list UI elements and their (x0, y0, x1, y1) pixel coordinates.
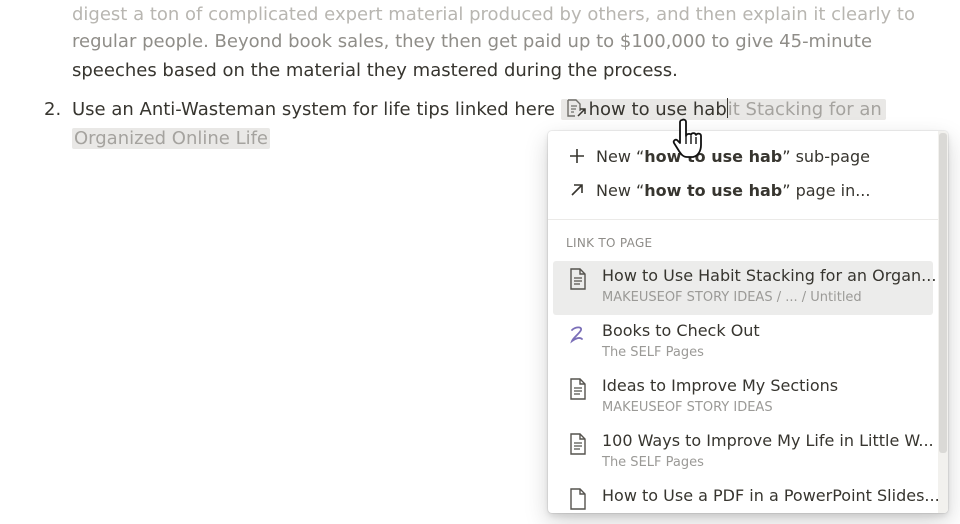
page-text-icon (567, 432, 589, 456)
page-text-icon (567, 377, 589, 401)
page-link-icon (565, 98, 589, 127)
page-option-path: The SELF Pages (602, 455, 704, 470)
paragraph-line-2: regular people. Beyond book sales, they … (72, 31, 873, 52)
menu-divider (548, 219, 938, 220)
plus-icon (566, 147, 588, 165)
new-subpage-option[interactable]: New “how to use hab” sub-page (548, 140, 933, 172)
scribble-icon (567, 322, 589, 346)
page-option-title: 100 Ways to Improve My Life in Little W.… (602, 431, 934, 450)
section-label-link-to-page: LINK TO PAGE (566, 236, 653, 250)
menu-scrollbar-thumb[interactable] (939, 133, 947, 453)
page-option-title: Books to Check Out (602, 321, 760, 340)
link-to-page-menu[interactable]: New “how to use hab” sub-page New “how t… (548, 131, 948, 513)
new-page-in-label: New “how to use hab” page in... (596, 180, 871, 200)
page-option-3[interactable]: Ideas to Improve My Sections MAKEUSEOF S… (553, 371, 933, 425)
list-item-text[interactable]: Use an Anti-Wasteman system for life tip… (72, 95, 886, 127)
link-autocomplete-suggestion: it Stacking for an (727, 99, 882, 120)
page-option-5[interactable]: How to Use a PDF in a PowerPoint Slides.… (553, 481, 940, 513)
page-blank-icon (567, 487, 589, 511)
list-number: 2. (44, 99, 62, 120)
paragraph-line-3: speeches based on the material they mast… (72, 60, 678, 81)
new-subpage-label: New “how to use hab” sub-page (596, 146, 870, 166)
arrow-up-right-icon (566, 181, 588, 199)
hand-pointer-cursor-icon (670, 116, 708, 162)
list-item-line-2: Organized Online Life (72, 124, 271, 153)
new-page-in-option[interactable]: New “how to use hab” page in... (548, 174, 933, 206)
list-item-label: Use an Anti-Wasteman system for life tip… (72, 99, 555, 120)
page-option-title: How to Use Habit Stacking for an Organ..… (602, 266, 937, 285)
page-option-1[interactable]: How to Use Habit Stacking for an Organ..… (553, 261, 937, 315)
page-option-title: Ideas to Improve My Sections (602, 376, 839, 395)
page-option-2[interactable]: Books to Check Out The SELF Pages (553, 316, 933, 370)
paragraph-line-1: digest a ton of complicated expert mater… (72, 4, 915, 25)
page-option-path: MAKEUSEOF STORY IDEAS / ... / Untitled (602, 290, 862, 305)
page-option-4[interactable]: 100 Ways to Improve My Life in Little W.… (553, 426, 934, 480)
page-option-title: How to Use a PDF in a PowerPoint Slides.… (602, 486, 940, 505)
menu-scrollbar-track[interactable] (938, 131, 948, 513)
inline-page-link[interactable]: how to use habit Stacking for an (560, 98, 886, 120)
page-text-icon (567, 267, 589, 291)
page-option-path: MAKEUSEOF STORY IDEAS (602, 400, 773, 415)
link-autocomplete-suggestion-line-2: Organized Online Life (72, 128, 271, 149)
page-option-path: The SELF Pages (602, 345, 704, 360)
